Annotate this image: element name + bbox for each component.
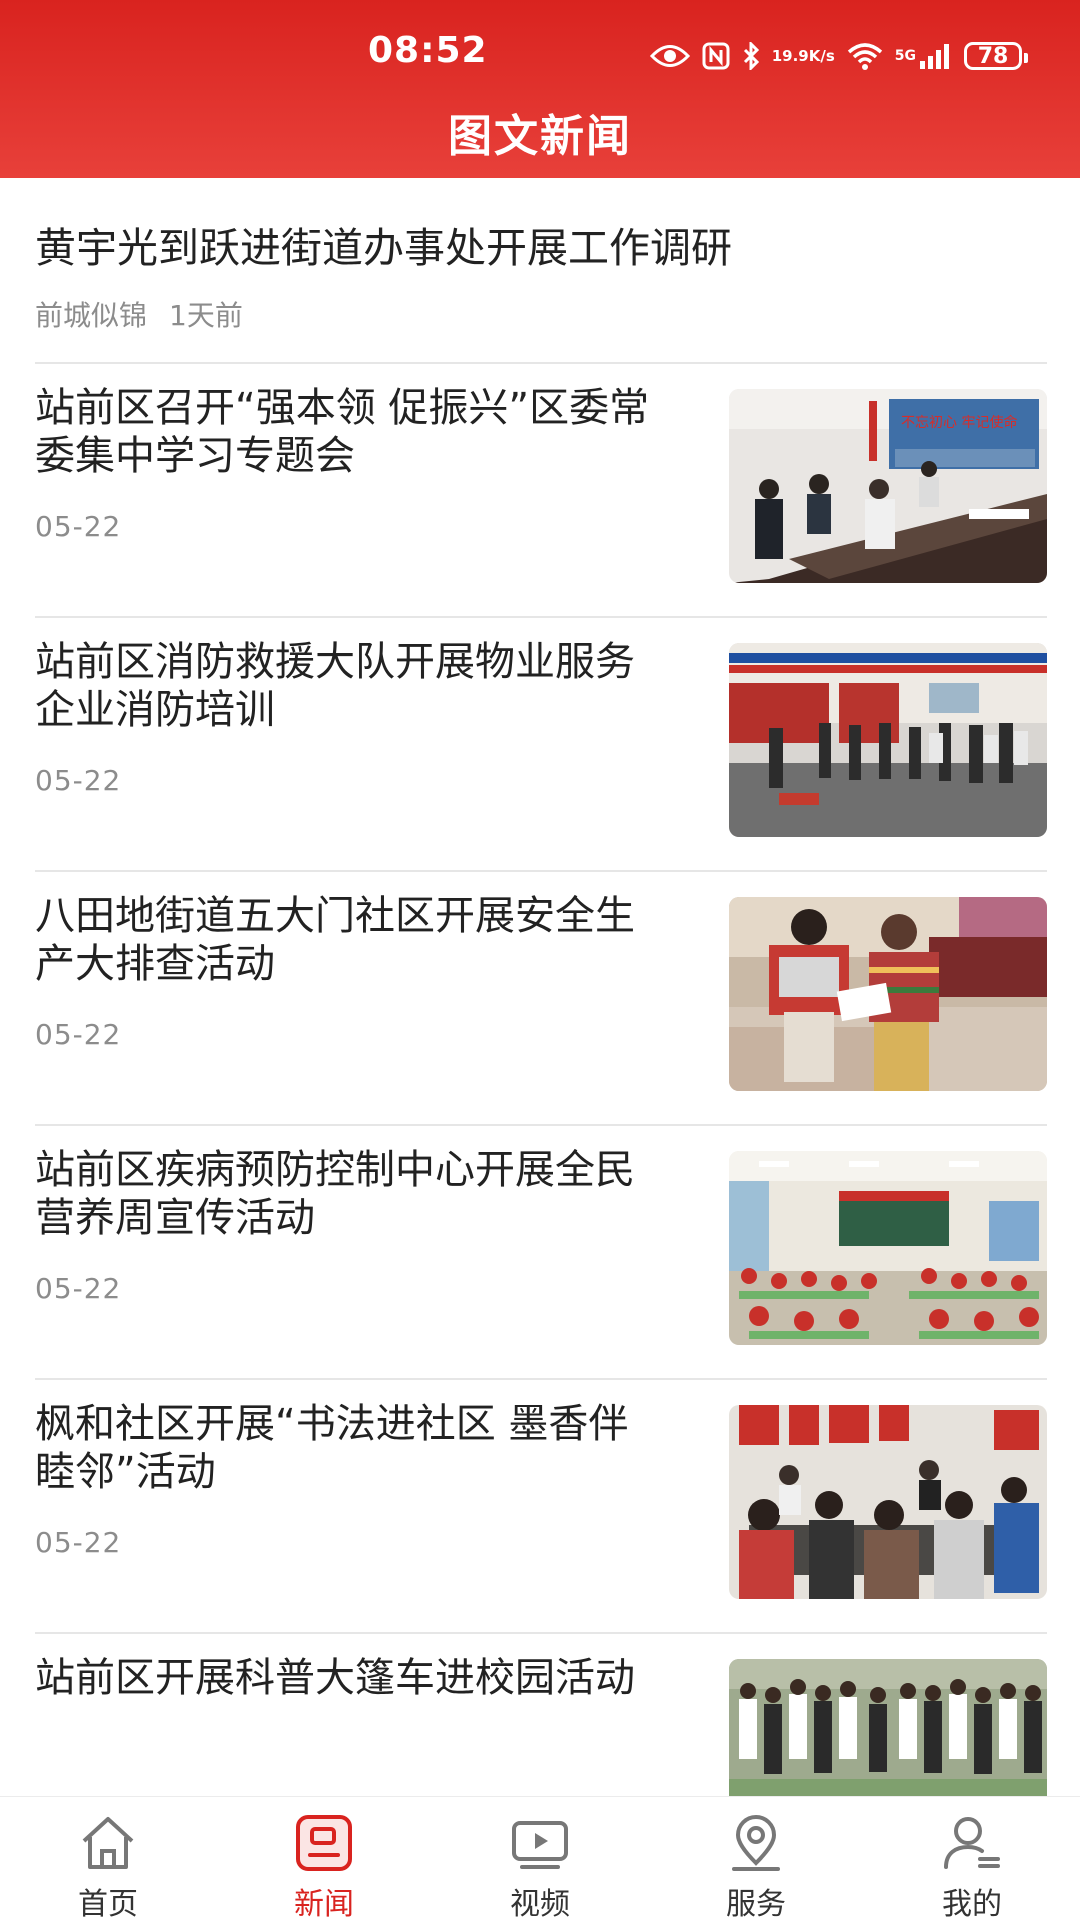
home-icon: [82, 1817, 134, 1869]
news-meta: 前城似锦 1天前: [35, 294, 243, 334]
network-speed: 19.9 K/s: [771, 47, 835, 65]
bottom-nav: 首页 新闻 视频 服务 我的: [0, 1796, 1080, 1922]
news-date: 05-22: [35, 1526, 122, 1559]
nav-item-home[interactable]: 首页: [0, 1797, 216, 1922]
battery-icon: 78: [964, 42, 1028, 70]
fire-training-photo[interactable]: [729, 643, 1047, 837]
nav-label: 首页: [78, 1887, 138, 1922]
news-title: 站前区开展科普大篷车进校园活动: [35, 1655, 635, 1701]
home-visit-photo[interactable]: [729, 897, 1047, 1091]
news-title: 站前区消防救援大队开展物业服务企业消防培训: [35, 639, 635, 733]
nav-item-mine[interactable]: 我的: [864, 1797, 1080, 1922]
page-title: 图文新闻: [448, 111, 632, 162]
nav-label: 我的: [942, 1887, 1002, 1922]
news-title: 黄宇光到跃进街道办事处开展工作调研: [35, 224, 732, 272]
news-date: 05-22: [35, 1018, 122, 1051]
classroom-photo[interactable]: [729, 1151, 1047, 1345]
news-date: 05-22: [35, 764, 122, 797]
nav-item-news[interactable]: 新闻: [216, 1797, 432, 1922]
news-title: 枫和社区开展“书法进社区 墨香伴睦邻”活动: [35, 1401, 629, 1495]
news-date: 05-22: [35, 510, 122, 543]
status-time: 08:52: [368, 30, 488, 71]
eye-icon: [649, 43, 690, 69]
calligraphy-photo[interactable]: [729, 1405, 1047, 1599]
video-icon: [512, 1821, 568, 1869]
nav-item-video[interactable]: 视频: [432, 1797, 648, 1922]
news-time: 1天前: [169, 299, 243, 332]
user-icon: [944, 1817, 1000, 1869]
news-item[interactable]: 枫和社区开展“书法进社区 墨香伴睦邻”活动 05-22: [35, 1378, 1047, 1634]
nfc-icon: [702, 42, 730, 70]
nav-label: 新闻: [294, 1887, 354, 1922]
bluetooth-icon: [742, 42, 760, 70]
nav-label: 视频: [510, 1887, 570, 1922]
featured-news-item[interactable]: 黄宇光到跃进街道办事处开展工作调研 前城似锦 1天前: [35, 178, 1047, 364]
wifi-icon: [847, 42, 883, 70]
nav-label: 服务: [726, 1887, 786, 1922]
news-title: 站前区召开“强本领 促振兴”区委常委集中学习专题会: [35, 385, 650, 479]
news-title: 八田地街道五大门社区开展安全生产大排查活动: [35, 893, 635, 987]
nav-item-service[interactable]: 服务: [648, 1797, 864, 1922]
signal-icon: 5G: [895, 43, 952, 69]
status-icons: 19.9 K/s 5G 78: [649, 36, 1028, 76]
app-header: 08:52 19.9 K/s 5G 78 图文新闻: [0, 0, 1080, 178]
news-item[interactable]: 站前区消防救援大队开展物业服务企业消防培训 05-22: [35, 616, 1047, 872]
location-icon: [732, 1815, 780, 1871]
news-date: 05-22: [35, 1272, 122, 1305]
news-title: 站前区疾病预防控制中心开展全民营养周宣传活动: [35, 1147, 635, 1241]
news-item[interactable]: 站前区疾病预防控制中心开展全民营养周宣传活动 05-22: [35, 1124, 1047, 1380]
news-item[interactable]: 站前区召开“强本领 促振兴”区委常委集中学习专题会 05-22 不忘初心 牢记使…: [35, 362, 1047, 618]
news-icon: [296, 1815, 352, 1871]
svg-text:不忘初心 牢记使命: 不忘初心 牢记使命: [901, 414, 1017, 431]
news-source: 前城似锦: [35, 299, 148, 332]
meeting-photo[interactable]: 不忘初心 牢记使命: [729, 389, 1047, 583]
news-item[interactable]: 八田地街道五大门社区开展安全生产大排查活动 05-22: [35, 870, 1047, 1126]
